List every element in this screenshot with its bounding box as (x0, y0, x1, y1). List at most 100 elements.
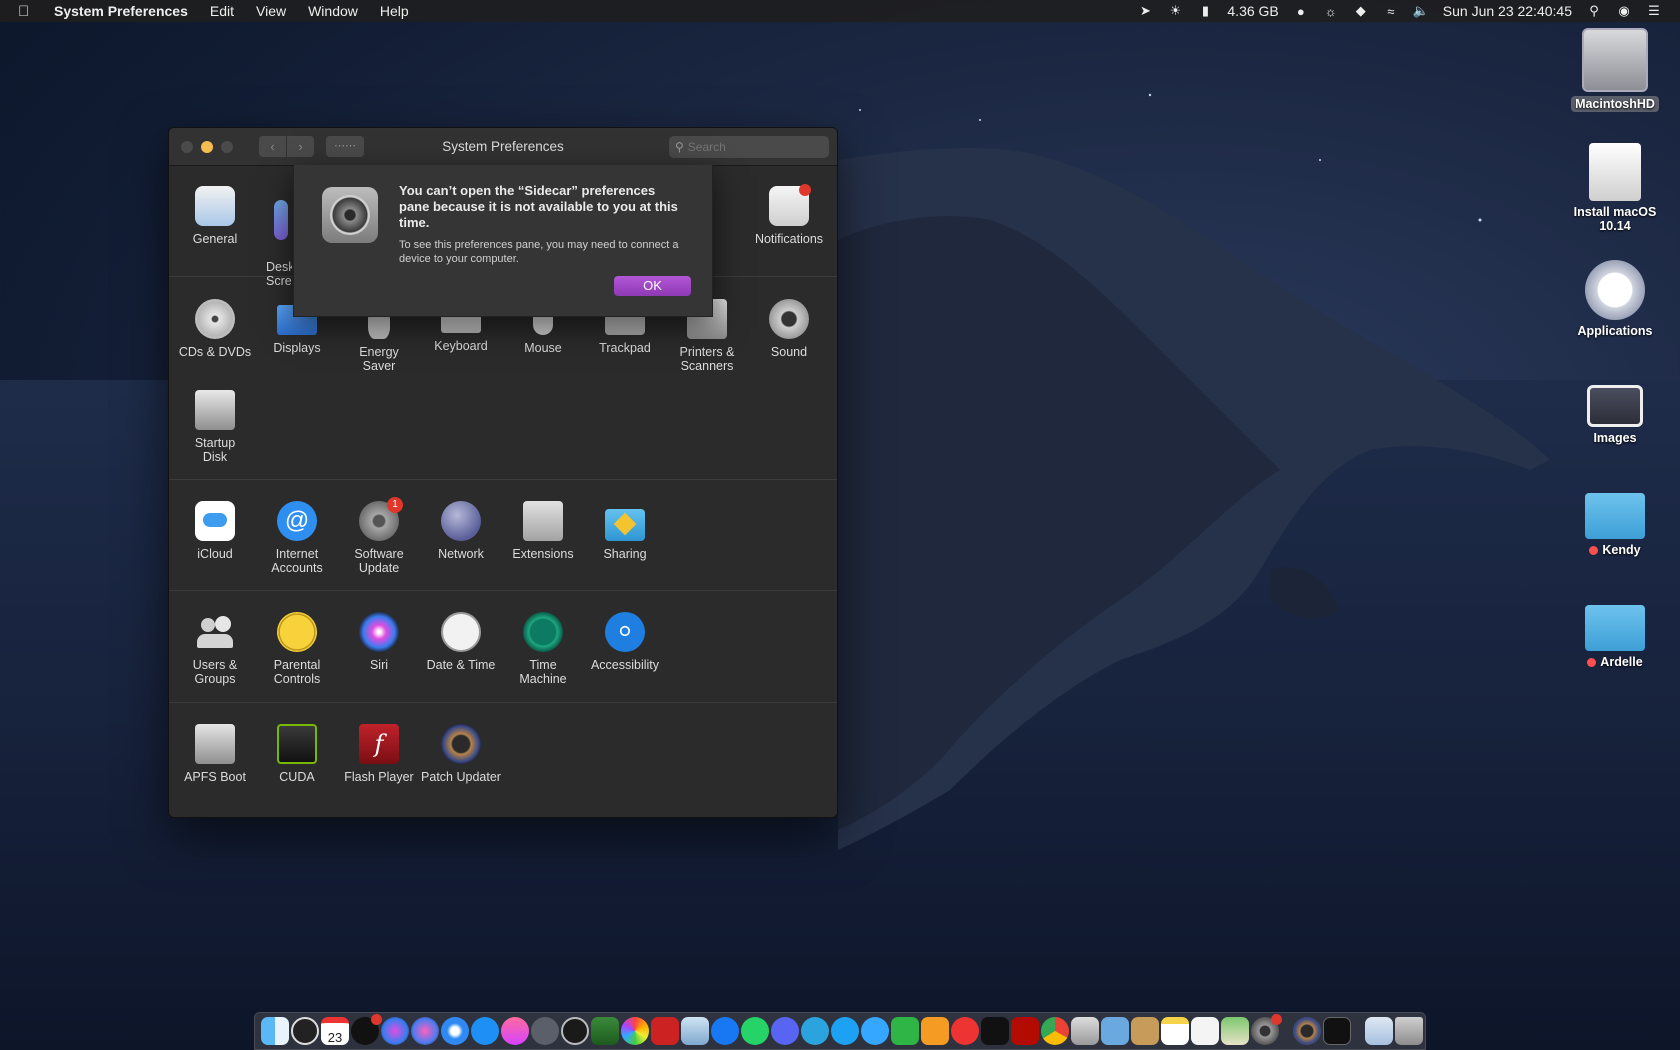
menu-app-name[interactable]: System Preferences (54, 3, 199, 19)
desktop-icon-install-macos[interactable]: Install macOS 10.14 (1567, 143, 1663, 233)
dock-whatsapp-icon[interactable] (741, 1017, 769, 1045)
dock-home-icon[interactable] (921, 1017, 949, 1045)
pane-patch-updater[interactable]: Patch Updater (420, 724, 502, 784)
dock-safari-icon[interactable] (441, 1017, 469, 1045)
pane-flash-player[interactable]: f Flash Player (338, 724, 420, 784)
dock-notes-icon[interactable] (1161, 1017, 1189, 1045)
dock-disk-utility-icon[interactable] (1071, 1017, 1099, 1045)
shield-icon[interactable]: ● (1293, 4, 1309, 19)
desktop-icon-macintoshhd[interactable]: MacintoshHD (1567, 28, 1663, 112)
dock-app-icon[interactable] (351, 1014, 382, 1045)
dock-activity-monitor-icon[interactable] (561, 1017, 589, 1045)
pane-extensions[interactable]: Extensions (502, 501, 584, 561)
show-all-grid-icon[interactable]: ⋯⋯ (326, 136, 364, 157)
dock-blocker-icon[interactable] (951, 1017, 979, 1045)
memory-status[interactable]: 4.36 GB (1227, 3, 1278, 19)
desktop-icon-images[interactable]: Images (1567, 375, 1663, 445)
dock-telegram-icon[interactable] (801, 1017, 829, 1045)
apple-menu-icon[interactable]:  (18, 3, 40, 20)
red-tag-icon (1587, 658, 1597, 668)
menu-edit[interactable]: Edit (199, 3, 245, 19)
dock-twitter-icon[interactable] (831, 1017, 859, 1045)
dock-calendar-icon[interactable]: 23 (321, 1017, 349, 1045)
dock-image-capture-icon[interactable] (1101, 1017, 1129, 1045)
sun-icon[interactable]: ☼ (1323, 4, 1339, 19)
pane-date-time[interactable]: Date & Time (420, 612, 502, 672)
pane-network[interactable]: Network (420, 501, 502, 561)
dock-system-preferences-icon[interactable] (1251, 1014, 1282, 1045)
location-icon[interactable]: ➤ (1137, 3, 1153, 19)
search-field[interactable]: ⚲ (669, 136, 829, 158)
pane-siri[interactable]: Siri (338, 612, 420, 672)
volume-icon[interactable]: 🔈 (1413, 3, 1429, 19)
pane-software-update[interactable]: 1 Software Update (338, 497, 420, 575)
pane-general[interactable]: General (174, 186, 256, 246)
notification-center-icon[interactable]: ☰ (1646, 3, 1662, 19)
dock-preview-icon[interactable] (681, 1017, 709, 1045)
dock-discord-icon[interactable] (771, 1017, 799, 1045)
pane-notifications[interactable]: Notifications (748, 184, 830, 246)
siri-icon[interactable]: ◉ (1616, 3, 1632, 19)
desktop-icon-ardelle[interactable]: Ardelle (1567, 597, 1663, 669)
pane-time-machine[interactable]: Time Machine (502, 612, 584, 686)
memory-icon[interactable]: ▮ (1197, 3, 1213, 19)
dock-clock-icon[interactable] (291, 1017, 319, 1045)
pane-label: Users & Groups (192, 658, 238, 686)
back-icon[interactable]: ‹ (259, 136, 286, 157)
menu-window[interactable]: Window (297, 3, 369, 19)
dock-trash-icon[interactable] (1395, 1017, 1423, 1045)
dock-maps-icon[interactable] (1221, 1017, 1249, 1045)
dock-contacts-icon[interactable] (1131, 1017, 1159, 1045)
pane-cds-dvds[interactable]: CDs & DVDs (174, 299, 256, 359)
pane-apfs-boot[interactable]: APFS Boot (174, 724, 256, 784)
dock-facetime-icon[interactable] (891, 1017, 919, 1045)
search-input[interactable] (687, 140, 818, 154)
dock-photo-booth-icon[interactable] (651, 1017, 679, 1045)
dock-acrobat-icon[interactable] (1011, 1017, 1039, 1045)
disk-image-icon (1589, 143, 1641, 201)
close-button[interactable] (181, 140, 193, 153)
dock-finder-icon[interactable] (261, 1017, 289, 1045)
pane-accessibility[interactable]: ⚪ Accessibility (584, 612, 666, 672)
dock-app-store-icon[interactable] (471, 1017, 499, 1045)
dock-terminal-icon[interactable] (1323, 1017, 1351, 1045)
clock[interactable]: Sun Jun 23 22:40:45 (1443, 3, 1572, 19)
dock-music-icon[interactable] (501, 1017, 529, 1045)
dropbox-icon[interactable]: ◆ (1353, 3, 1369, 19)
forward-icon[interactable]: › (287, 136, 314, 157)
pane-cuda[interactable]: CUDA (256, 724, 338, 784)
menu-view[interactable]: View (245, 3, 297, 19)
spotlight-search-icon[interactable]: ⚲ (1586, 3, 1602, 19)
dock-launchpad-icon[interactable] (531, 1017, 559, 1045)
pane-startup-disk[interactable]: Startup Disk (174, 390, 256, 464)
dock-stocks-icon[interactable] (981, 1017, 1009, 1045)
dock-siri-icon[interactable] (381, 1017, 409, 1045)
dock-photos-icon[interactable] (621, 1017, 649, 1045)
dock-siri-alt-icon[interactable] (411, 1017, 439, 1045)
apfs-disk-icon (195, 724, 235, 764)
desktop-icon-applications[interactable]: Applications (1567, 260, 1663, 338)
pane-sound[interactable]: Sound (748, 299, 830, 359)
dock-patch-updater-icon[interactable] (1293, 1017, 1321, 1045)
speaker-icon (769, 299, 809, 339)
window-titlebar: ‹ › ⋯⋯ System Preferences ⚲ (169, 128, 837, 166)
minimize-button[interactable] (201, 140, 213, 153)
ok-button[interactable]: OK (614, 276, 691, 296)
pane-sharing[interactable]: Sharing (584, 501, 666, 561)
dock-downloads-icon[interactable] (1365, 1017, 1393, 1045)
dock-messenger-icon[interactable] (711, 1017, 739, 1045)
pane-internet-accounts[interactable]: @ Internet Accounts (256, 501, 338, 575)
wifi-icon[interactable]: ≈ (1383, 4, 1399, 19)
pane-label: Keyboard (434, 339, 488, 353)
brightness-icon[interactable]: ☀ (1167, 3, 1183, 19)
pane-parental-controls[interactable]: Parental Controls (256, 612, 338, 686)
dock-messages-icon[interactable] (861, 1017, 889, 1045)
desktop-icon-kendy[interactable]: Kendy (1567, 485, 1663, 557)
dock-app-icon[interactable] (591, 1017, 619, 1045)
pane-icloud[interactable]: iCloud (174, 501, 256, 561)
dock-textedit-icon[interactable] (1191, 1017, 1219, 1045)
zoom-button[interactable] (221, 140, 233, 153)
menu-help[interactable]: Help (369, 3, 420, 19)
pane-users-groups[interactable]: Users & Groups (174, 612, 256, 686)
dock-chrome-icon[interactable] (1041, 1017, 1069, 1045)
